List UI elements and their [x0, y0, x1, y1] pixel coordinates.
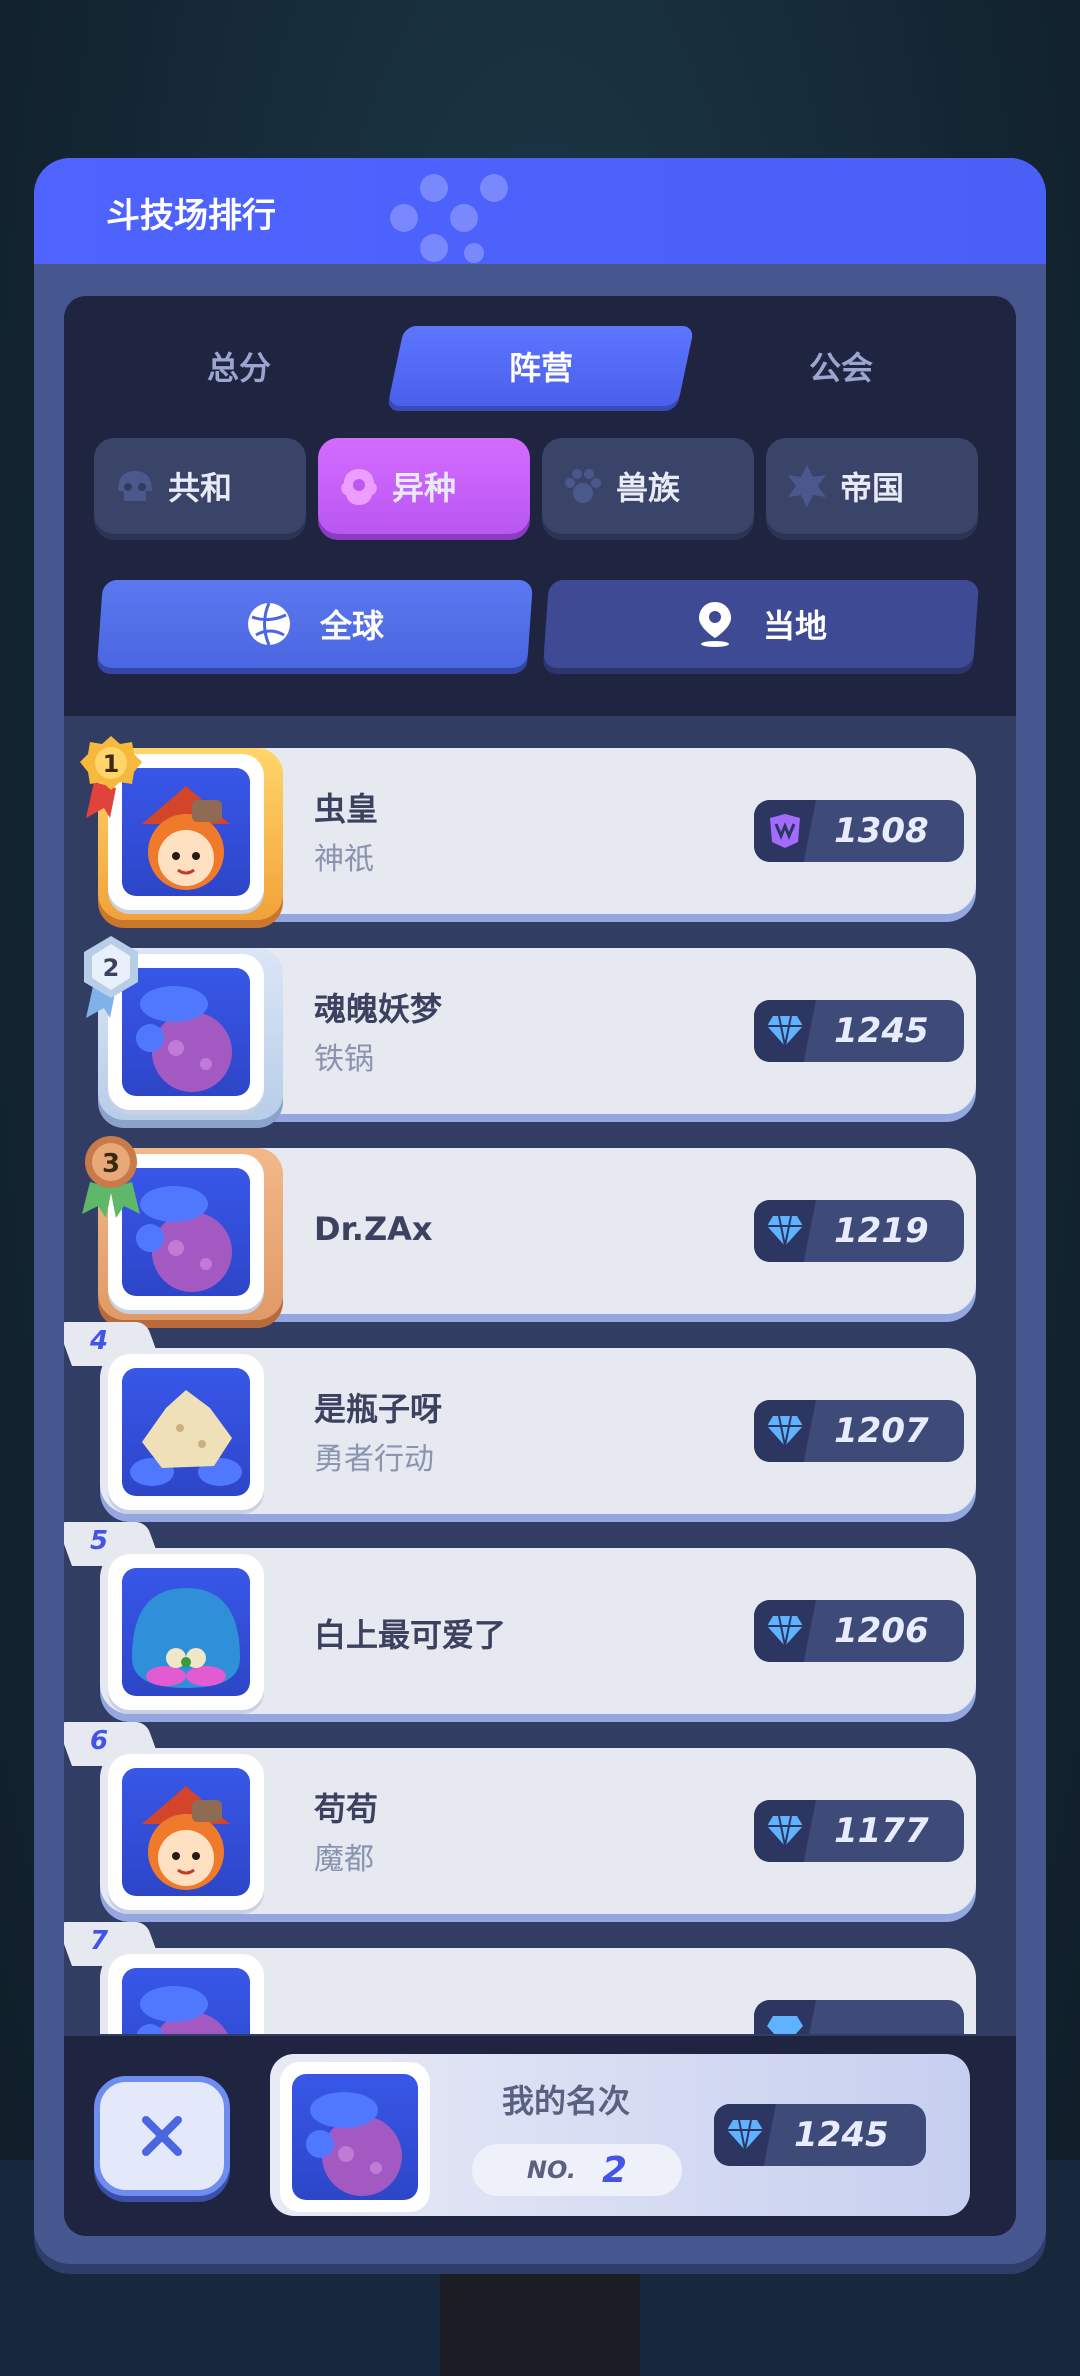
score-badge: 1308	[754, 800, 964, 862]
tab-faction[interactable]: 阵营	[387, 326, 695, 406]
my-rank-title: 我的名次	[502, 2082, 631, 2120]
rank-no-label: NO.	[526, 2156, 576, 2184]
score-value: 1245	[834, 1011, 929, 1051]
svg-text:1: 1	[103, 750, 120, 778]
rank-no-value: 2	[602, 2149, 628, 2191]
score-value: 1206	[834, 1611, 929, 1651]
ranking-row[interactable]: 6 苟苟 魔都 1177	[64, 1722, 1016, 1920]
score-value: 1177	[834, 1811, 929, 1851]
rock-crab-avatar-icon	[130, 1390, 242, 1486]
my-avatar	[280, 2062, 430, 2212]
player-name: 白上最可爱了	[314, 1616, 507, 1654]
rank-number: 6	[90, 1726, 109, 1756]
player-name: 苟苟	[314, 1790, 379, 1828]
score-value: 1207	[834, 1411, 929, 1451]
rank-number: 4	[90, 1326, 109, 1356]
region-label: 全球	[319, 607, 384, 645]
witch-girl-avatar-icon	[142, 1786, 230, 1890]
score-value: 1245	[794, 2115, 889, 2155]
region-global-button[interactable]: 全球	[96, 580, 534, 668]
diamond-icon	[767, 1615, 803, 1647]
player-guild: 神祇	[314, 842, 374, 877]
avatar	[108, 1754, 264, 1910]
diamond-icon	[727, 2119, 763, 2151]
faction-mutant[interactable]: 异种	[318, 438, 530, 534]
ranking-row[interactable]: 1 虫皇 神祇 1308	[64, 736, 1016, 920]
leaderboard-body: 总分 阵营 公会 共和 异种 兽族 帝国 全球 当地 1 虫皇 神祇 1308 …	[64, 296, 1016, 2236]
empire-icon	[788, 465, 826, 507]
score-value: 1219	[834, 1211, 929, 1251]
diamond-icon	[767, 1015, 803, 1047]
avatar	[108, 1354, 264, 1510]
header-decoration	[390, 174, 508, 263]
score-badge	[754, 2000, 964, 2034]
score-value: 1308	[834, 811, 929, 851]
purple-crest-icon	[770, 814, 800, 848]
my-rank-card[interactable]: 我的名次 NO. 2 1245	[270, 2054, 970, 2216]
my-score-badge: 1245	[714, 2104, 926, 2166]
score-badge: 1219	[754, 1200, 964, 1262]
avatar	[108, 1954, 264, 2034]
player-guild: 魔都	[314, 1842, 374, 1877]
faction-empire[interactable]: 帝国	[766, 438, 978, 534]
faction-label: 共和	[168, 469, 233, 507]
silver-medal-icon: 2	[84, 936, 138, 1018]
ranking-row[interactable]: 4 是瓶子呀 勇者行动 1207	[64, 1322, 1016, 1520]
tab-total[interactable]: 总分	[94, 326, 384, 406]
ranking-row[interactable]: 2 魂魄妖梦 铁锅 1245	[64, 936, 1016, 1120]
diamond-icon	[767, 2016, 803, 2034]
ranking-list[interactable]: 1 虫皇 神祇 1308 2 魂魄妖梦 铁锅 1245 3 Dr.ZAx 121…	[64, 716, 1016, 2034]
tab-guild[interactable]: 公会	[696, 326, 986, 406]
faction-republic[interactable]: 共和	[94, 438, 306, 534]
svg-text:3: 3	[102, 1149, 120, 1179]
region-label: 当地	[762, 607, 827, 645]
player-name: Dr.ZAx	[314, 1210, 433, 1248]
faction-label: 兽族	[616, 469, 681, 507]
score-badge: 1245	[754, 1000, 964, 1062]
diamond-icon	[767, 1215, 803, 1247]
panel-header: 斗技场排行	[34, 158, 1046, 264]
close-button[interactable]	[94, 2076, 230, 2196]
region-local-button[interactable]: 当地	[542, 580, 980, 668]
avatar	[108, 1554, 264, 1710]
rank-number: 7	[90, 1926, 109, 1956]
my-rank-number: NO. 2	[472, 2144, 682, 2196]
player-guild: 勇者行动	[314, 1442, 434, 1477]
diamond-icon	[767, 1415, 803, 1447]
filter-area: 总分 阵营 公会 共和 异种 兽族 帝国 全球 当地	[64, 296, 1016, 716]
bronze-medal-icon: 3	[82, 1136, 140, 1218]
rank-number: 5	[90, 1526, 109, 1556]
republic-icon	[118, 471, 152, 501]
score-badge: 1207	[754, 1400, 964, 1462]
mutant-icon	[341, 469, 377, 505]
player-guild: 铁锅	[314, 1042, 374, 1077]
paw-icon	[565, 469, 601, 503]
globe-icon	[247, 602, 290, 646]
diamond-icon	[767, 1815, 803, 1847]
score-badge: 1177	[754, 1800, 964, 1862]
leaderboard-panel: 斗技场排行 总分 阵营 公会 共和 异种 兽族 帝国 全球 当地 1 虫皇 神祇…	[34, 158, 1046, 2264]
gold-medal-icon: 1	[80, 736, 142, 818]
svg-text:2: 2	[103, 954, 120, 982]
purple-octopus-avatar-icon	[136, 1986, 228, 2034]
faction-beast[interactable]: 兽族	[542, 438, 754, 534]
faction-label: 异种	[392, 469, 457, 507]
faction-label: 帝国	[840, 469, 905, 507]
purple-octopus-avatar-icon	[306, 2092, 402, 2196]
my-rank-footer: 我的名次 NO. 2 1245	[64, 2036, 1016, 2236]
player-name: 是瓶子呀	[314, 1390, 443, 1428]
ranking-row[interactable]: 5 白上最可爱了 1206	[64, 1522, 1016, 1720]
score-badge: 1206	[754, 1600, 964, 1662]
panel-title: 斗技场排行	[106, 196, 276, 236]
close-icon	[142, 2116, 182, 2156]
blue-blob-avatar-icon	[132, 1588, 240, 1688]
player-name: 魂魄妖梦	[314, 990, 443, 1028]
location-pin-icon	[698, 602, 731, 647]
ranking-row[interactable]: 7	[64, 1922, 1016, 2034]
player-name: 虫皇	[314, 790, 379, 828]
ranking-row[interactable]: 3 Dr.ZAx 1219	[64, 1136, 1016, 1320]
